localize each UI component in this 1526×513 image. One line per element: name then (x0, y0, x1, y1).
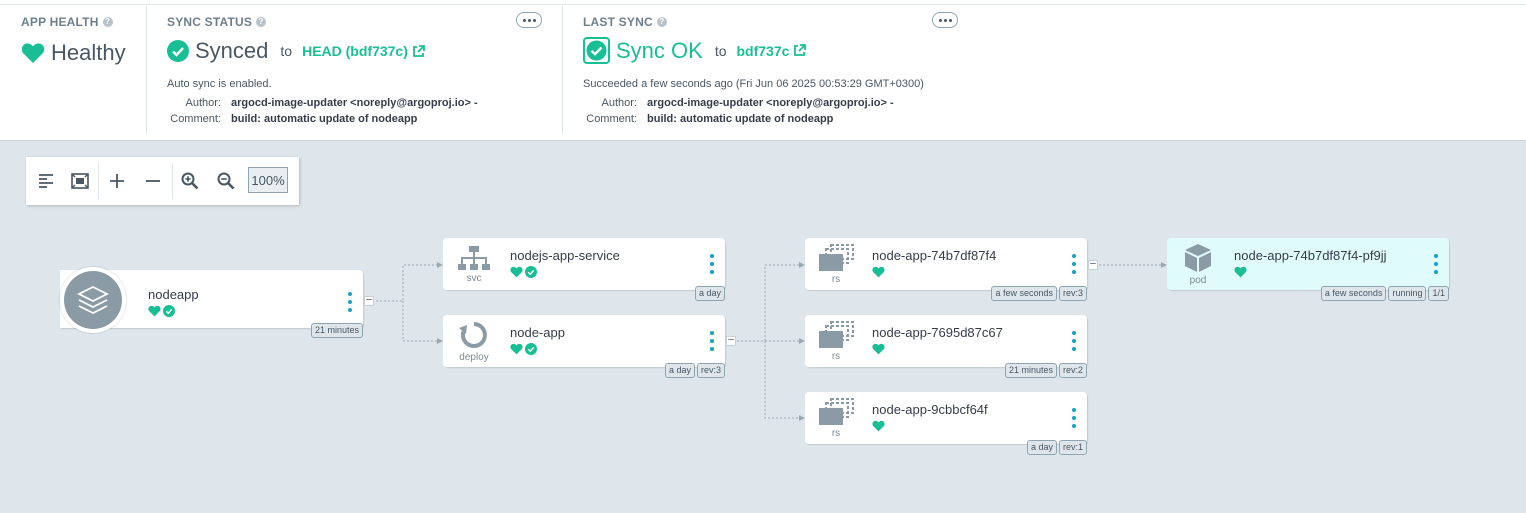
deploy-node-menu-button[interactable] (709, 331, 715, 351)
app-node-menu-button[interactable] (347, 292, 353, 312)
check-circle-icon (163, 305, 175, 317)
replicaset-collapse-toggle[interactable]: – (1088, 259, 1098, 270)
replicaset-node-menu-button[interactable] (1071, 331, 1077, 351)
copies-icon (819, 397, 854, 425)
replicaset-node[interactable]: rs node-app-7695d87c67 21 minutes rev:2 (805, 315, 1087, 378)
replicaset-node-tags: a few seconds rev:3 (991, 286, 1087, 301)
age-tag: a day (694, 286, 725, 301)
deploy-node[interactable]: deploy node-app a day rev:3 (443, 315, 725, 378)
replicaset-node-name: node-app-74b7df87f4 (872, 248, 997, 263)
check-circle-icon (525, 266, 537, 278)
replicaset-node-name: node-app-9cbbcf64f (872, 402, 988, 417)
edge-deploy-rs3 (764, 341, 803, 419)
pod-node-name: node-app-74b7df87f4-pf9jj (1234, 248, 1387, 263)
deploy-node-tags: a day rev:3 (664, 363, 725, 378)
kind-label: svc (466, 272, 482, 284)
deploy-kind: deploy (443, 315, 505, 367)
replicaset-node-status (872, 420, 885, 432)
revision-tag: rev:3 (1058, 286, 1087, 301)
edge-app-deploy (402, 301, 441, 342)
ready-count-tag: 1/1 (1428, 286, 1449, 301)
app-icon-circle (60, 267, 126, 333)
revision-tag: rev:1 (1058, 440, 1087, 455)
pod-state-tag: running (1388, 286, 1427, 301)
copies-icon (819, 243, 854, 271)
edge-deploy-rs1 (737, 264, 803, 342)
deploy-node-name: node-app (510, 325, 565, 340)
heart-icon (872, 343, 885, 355)
pod-kind: pod (1167, 238, 1229, 290)
cube-icon (1185, 243, 1211, 272)
replicaset-node-status (872, 343, 885, 355)
heart-icon (148, 305, 161, 317)
service-node-status (510, 266, 537, 278)
age-tag: a day (1026, 440, 1057, 455)
kind-label: rs (831, 427, 841, 439)
service-node-tags: a day (694, 286, 725, 301)
deploy-collapse-toggle[interactable]: – (726, 335, 736, 346)
check-circle-icon (525, 343, 537, 355)
replicaset-node-menu-button[interactable] (1071, 254, 1077, 274)
age-tag: 21 minutes (1004, 363, 1057, 378)
age-tag: a few seconds (1320, 286, 1387, 301)
app-node-status (148, 305, 175, 317)
age-tag: a few seconds (991, 286, 1057, 301)
app-node-name: nodeapp (148, 287, 199, 302)
layers-icon (77, 285, 109, 315)
kind-label: pod (1189, 274, 1207, 286)
heart-icon (872, 266, 885, 278)
sync-circle-icon (459, 321, 487, 348)
edge-app-service (376, 264, 441, 302)
replicaset-kind: rs (805, 238, 867, 290)
replicaset-node-menu-button[interactable] (1071, 408, 1077, 428)
replicaset-node[interactable]: rs node-app-74b7df87f4 a few seconds rev… (805, 238, 1087, 301)
pod-node-menu-button[interactable] (1433, 254, 1439, 274)
pod-node[interactable]: pod node-app-74b7df87f4-pf9jj a few seco… (1167, 238, 1449, 301)
service-node[interactable]: svc nodejs-app-service a day (443, 238, 725, 301)
replicaset-kind: rs (805, 392, 867, 444)
service-node-name: nodejs-app-service (510, 248, 620, 263)
heart-icon (872, 420, 885, 432)
age-tag: 21 minutes (310, 323, 363, 338)
replicaset-node-name: node-app-7695d87c67 (872, 325, 1003, 340)
replicaset-node-tags: a day rev:1 (1026, 440, 1087, 455)
replicaset-node-status (872, 266, 885, 278)
kind-label: rs (831, 350, 841, 362)
service-kind: svc (443, 238, 505, 290)
replicaset-node-tags: 21 minutes rev:2 (1004, 363, 1087, 378)
heart-icon (510, 343, 523, 355)
deploy-node-status (510, 343, 537, 355)
pod-node-tags: a few seconds running 1/1 (1320, 286, 1449, 301)
heart-icon (510, 266, 523, 278)
revision-tag: rev:2 (1058, 363, 1087, 378)
kind-label: rs (831, 273, 841, 285)
revision-tag: rev:3 (696, 363, 725, 378)
kind-label: deploy (459, 351, 489, 363)
age-tag: a day (664, 363, 695, 378)
replicaset-node[interactable]: rs node-app-9cbbcf64f a day rev:1 (805, 392, 1087, 455)
network-icon (458, 245, 490, 270)
heart-icon (1234, 266, 1247, 278)
app-node-tags: 21 minutes (310, 323, 363, 338)
app-collapse-toggle[interactable]: – (364, 295, 374, 306)
replicaset-kind: rs (805, 315, 867, 367)
copies-icon (819, 320, 854, 348)
service-node-menu-button[interactable] (709, 254, 715, 274)
pod-node-status (1234, 266, 1247, 278)
